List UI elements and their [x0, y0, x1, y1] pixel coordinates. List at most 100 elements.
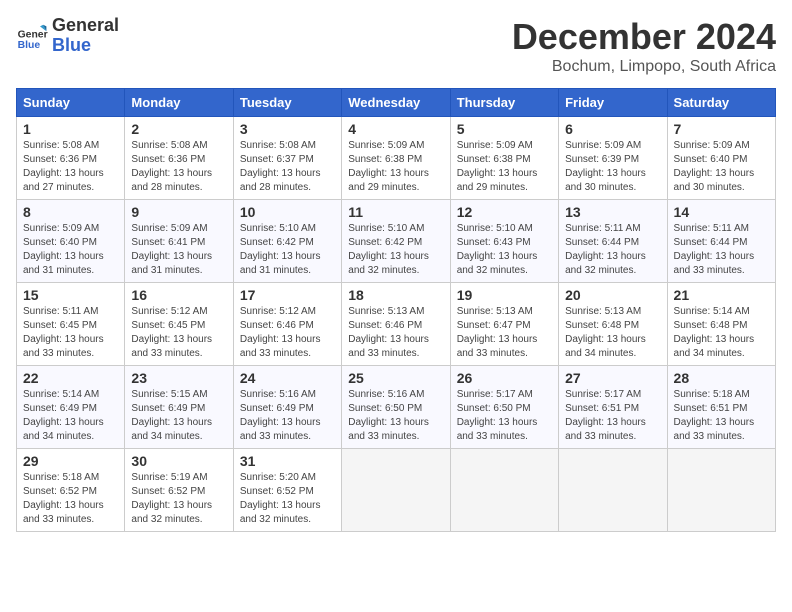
logo: General Blue General Blue — [16, 16, 119, 56]
header-saturday: Saturday — [667, 89, 775, 117]
calendar-cell: 10 Sunrise: 5:10 AMSunset: 6:42 PMDayligh… — [233, 200, 341, 283]
day-info: Sunrise: 5:11 AMSunset: 6:44 PMDaylight:… — [674, 222, 769, 278]
calendar-cell — [342, 449, 450, 532]
day-info: Sunrise: 5:08 AMSunset: 6:36 PMDaylight:… — [131, 139, 226, 195]
header-wednesday: Wednesday — [342, 89, 450, 117]
header-monday: Monday — [125, 89, 233, 117]
calendar-cell: 19 Sunrise: 5:13 AMSunset: 6:47 PMDayligh… — [450, 283, 558, 366]
day-number: 30 — [131, 453, 226, 469]
day-number: 17 — [240, 287, 335, 303]
day-number: 9 — [131, 204, 226, 220]
calendar-cell: 8 Sunrise: 5:09 AMSunset: 6:40 PMDaylight… — [17, 200, 125, 283]
day-number: 7 — [674, 121, 769, 137]
day-info: Sunrise: 5:09 AMSunset: 6:40 PMDaylight:… — [23, 222, 118, 278]
day-info: Sunrise: 5:13 AMSunset: 6:48 PMDaylight:… — [565, 305, 660, 361]
day-info: Sunrise: 5:19 AMSunset: 6:52 PMDaylight:… — [131, 471, 226, 527]
calendar-cell: 17 Sunrise: 5:12 AMSunset: 6:46 PMDayligh… — [233, 283, 341, 366]
day-info: Sunrise: 5:10 AMSunset: 6:42 PMDaylight:… — [240, 222, 335, 278]
day-number: 19 — [457, 287, 552, 303]
svg-text:General: General — [18, 29, 48, 40]
day-number: 11 — [348, 204, 443, 220]
day-number: 18 — [348, 287, 443, 303]
day-number: 13 — [565, 204, 660, 220]
day-number: 8 — [23, 204, 118, 220]
calendar-cell: 13 Sunrise: 5:11 AMSunset: 6:44 PMDayligh… — [559, 200, 667, 283]
day-number: 24 — [240, 370, 335, 386]
calendar-cell: 24 Sunrise: 5:16 AMSunset: 6:49 PMDayligh… — [233, 366, 341, 449]
day-number: 2 — [131, 121, 226, 137]
svg-text:Blue: Blue — [18, 40, 41, 51]
page-header: General Blue General Blue December 2024 … — [16, 16, 776, 76]
day-info: Sunrise: 5:14 AMSunset: 6:48 PMDaylight:… — [674, 305, 769, 361]
day-info: Sunrise: 5:13 AMSunset: 6:47 PMDaylight:… — [457, 305, 552, 361]
day-info: Sunrise: 5:20 AMSunset: 6:52 PMDaylight:… — [240, 471, 335, 527]
day-number: 22 — [23, 370, 118, 386]
day-number: 14 — [674, 204, 769, 220]
day-number: 10 — [240, 204, 335, 220]
day-number: 5 — [457, 121, 552, 137]
day-info: Sunrise: 5:16 AMSunset: 6:50 PMDaylight:… — [348, 388, 443, 444]
calendar-cell: 26Sunrise: 5:17 AMSunset: 6:50 PMDayligh… — [450, 366, 558, 449]
calendar-cell: 7 Sunrise: 5:09 AMSunset: 6:40 PMDaylight… — [667, 117, 775, 200]
week-row-3: 15 Sunrise: 5:11 AMSunset: 6:45 PMDayligh… — [17, 283, 776, 366]
day-number: 3 — [240, 121, 335, 137]
calendar-cell: 22 Sunrise: 5:14 AMSunset: 6:49 PMDayligh… — [17, 366, 125, 449]
day-info: Sunrise: 5:11 AMSunset: 6:45 PMDaylight:… — [23, 305, 118, 361]
calendar-cell: 25 Sunrise: 5:16 AMSunset: 6:50 PMDayligh… — [342, 366, 450, 449]
calendar-cell: 18 Sunrise: 5:13 AMSunset: 6:46 PMDayligh… — [342, 283, 450, 366]
day-info: Sunrise: 5:16 AMSunset: 6:49 PMDaylight:… — [240, 388, 335, 444]
day-info: Sunrise: 5:09 AMSunset: 6:40 PMDaylight:… — [674, 139, 769, 195]
calendar-cell: 12Sunrise: 5:10 AMSunset: 6:43 PMDayligh… — [450, 200, 558, 283]
calendar-cell: 29 Sunrise: 5:18 AMSunset: 6:52 PMDayligh… — [17, 449, 125, 532]
day-number: 20 — [565, 287, 660, 303]
day-number: 15 — [23, 287, 118, 303]
calendar-cell: 21 Sunrise: 5:14 AMSunset: 6:48 PMDayligh… — [667, 283, 775, 366]
logo-text: General Blue — [52, 16, 119, 56]
header-tuesday: Tuesday — [233, 89, 341, 117]
day-number: 6 — [565, 121, 660, 137]
day-number: 31 — [240, 453, 335, 469]
calendar-cell: 28Sunrise: 5:18 AMSunset: 6:51 PMDayligh… — [667, 366, 775, 449]
day-info: Sunrise: 5:08 AMSunset: 6:36 PMDaylight:… — [23, 139, 118, 195]
calendar-cell: 30 Sunrise: 5:19 AMSunset: 6:52 PMDayligh… — [125, 449, 233, 532]
month-title: December 2024 — [512, 16, 776, 58]
day-number: 25 — [348, 370, 443, 386]
day-number: 16 — [131, 287, 226, 303]
day-info: Sunrise: 5:12 AMSunset: 6:46 PMDaylight:… — [240, 305, 335, 361]
day-info: Sunrise: 5:12 AMSunset: 6:45 PMDaylight:… — [131, 305, 226, 361]
day-number: 28 — [674, 370, 769, 386]
day-info: Sunrise: 5:09 AMSunset: 6:41 PMDaylight:… — [131, 222, 226, 278]
calendar-cell: 2 Sunrise: 5:08 AMSunset: 6:36 PMDaylight… — [125, 117, 233, 200]
week-row-5: 29 Sunrise: 5:18 AMSunset: 6:52 PMDayligh… — [17, 449, 776, 532]
week-row-2: 8 Sunrise: 5:09 AMSunset: 6:40 PMDaylight… — [17, 200, 776, 283]
week-row-1: 1Sunrise: 5:08 AMSunset: 6:36 PMDaylight… — [17, 117, 776, 200]
calendar-cell: 27 Sunrise: 5:17 AMSunset: 6:51 PMDayligh… — [559, 366, 667, 449]
calendar-cell — [667, 449, 775, 532]
calendar-cell: 15 Sunrise: 5:11 AMSunset: 6:45 PMDayligh… — [17, 283, 125, 366]
calendar-cell: 6 Sunrise: 5:09 AMSunset: 6:39 PMDaylight… — [559, 117, 667, 200]
calendar-cell: 5 Sunrise: 5:09 AMSunset: 6:38 PMDaylight… — [450, 117, 558, 200]
calendar-header-row: SundayMondayTuesdayWednesdayThursdayFrid… — [17, 89, 776, 117]
day-number: 27 — [565, 370, 660, 386]
day-info: Sunrise: 5:11 AMSunset: 6:44 PMDaylight:… — [565, 222, 660, 278]
calendar-cell: 11Sunrise: 5:10 AMSunset: 6:42 PMDayligh… — [342, 200, 450, 283]
calendar-cell — [450, 449, 558, 532]
day-info: Sunrise: 5:18 AMSunset: 6:52 PMDaylight:… — [23, 471, 118, 527]
calendar-cell: 3Sunrise: 5:08 AMSunset: 6:37 PMDaylight… — [233, 117, 341, 200]
day-number: 4 — [348, 121, 443, 137]
day-info: Sunrise: 5:17 AMSunset: 6:51 PMDaylight:… — [565, 388, 660, 444]
day-info: Sunrise: 5:15 AMSunset: 6:49 PMDaylight:… — [131, 388, 226, 444]
day-info: Sunrise: 5:09 AMSunset: 6:38 PMDaylight:… — [457, 139, 552, 195]
day-info: Sunrise: 5:13 AMSunset: 6:46 PMDaylight:… — [348, 305, 443, 361]
day-info: Sunrise: 5:14 AMSunset: 6:49 PMDaylight:… — [23, 388, 118, 444]
calendar-cell: 23Sunrise: 5:15 AMSunset: 6:49 PMDayligh… — [125, 366, 233, 449]
day-info: Sunrise: 5:17 AMSunset: 6:50 PMDaylight:… — [457, 388, 552, 444]
calendar-cell: 16 Sunrise: 5:12 AMSunset: 6:45 PMDayligh… — [125, 283, 233, 366]
day-info: Sunrise: 5:09 AMSunset: 6:38 PMDaylight:… — [348, 139, 443, 195]
day-info: Sunrise: 5:09 AMSunset: 6:39 PMDaylight:… — [565, 139, 660, 195]
calendar-cell: 14 Sunrise: 5:11 AMSunset: 6:44 PMDayligh… — [667, 200, 775, 283]
day-number: 21 — [674, 287, 769, 303]
day-number: 29 — [23, 453, 118, 469]
week-row-4: 22 Sunrise: 5:14 AMSunset: 6:49 PMDayligh… — [17, 366, 776, 449]
calendar-cell — [559, 449, 667, 532]
